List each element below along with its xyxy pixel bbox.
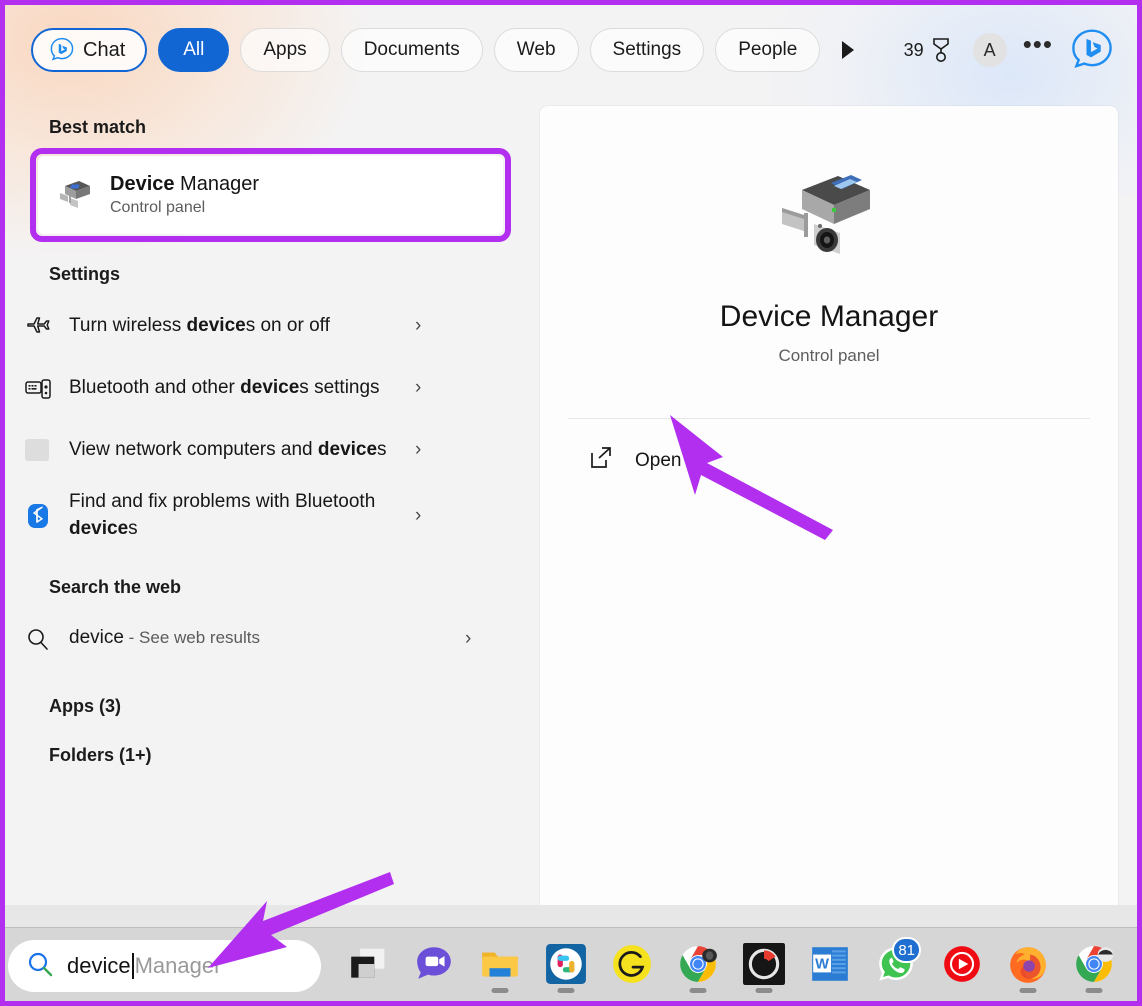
web-result-label: device - See web results: [69, 627, 260, 649]
device-manager-icon: [60, 181, 90, 208]
tab-settings-label: Settings: [612, 39, 682, 60]
preview-panel: Device Manager Control panel Open: [540, 106, 1118, 942]
taskbar-item-word[interactable]: W: [797, 931, 863, 997]
taskbar-item-chrome-secondary[interactable]: [1061, 931, 1127, 997]
taskbar-item-teams-chat[interactable]: [401, 931, 467, 997]
whatsapp-unread-badge: 81: [892, 937, 921, 963]
taskbar-item-firefox[interactable]: [995, 931, 1061, 997]
search-icon: [26, 950, 54, 983]
bing-icon[interactable]: [1069, 27, 1115, 73]
slack-icon: [546, 944, 586, 984]
tab-documents-label: Documents: [363, 39, 460, 60]
network-icon: [23, 435, 53, 465]
taskbar-item-obs-studio[interactable]: [731, 931, 797, 997]
taskbar-search-box[interactable]: device Manager: [8, 940, 321, 992]
settings-item-label: Bluetooth and other devices settings: [69, 376, 380, 398]
folders-heading: Folders (1+): [49, 744, 152, 765]
web-result-item-device[interactable]: device - See web results ›: [5, 608, 525, 670]
chevron-right-icon: ›: [415, 439, 422, 460]
taskbar-item-task-view[interactable]: [335, 931, 401, 997]
windows-search-flyout: Chat All Apps Documents Web Settings Peo…: [0, 0, 1142, 1006]
device-manager-icon: [782, 175, 870, 254]
settings-item-label: Find and fix problems with Bluetooth dev…: [69, 491, 376, 539]
firefox-icon: [1010, 947, 1046, 983]
tab-apps-label: Apps: [263, 39, 307, 60]
open-external-icon: [589, 446, 613, 476]
preview-divider: [568, 418, 1090, 419]
search-ghost-suggestion: Manager: [134, 953, 222, 978]
best-match-heading: Best match: [49, 117, 147, 137]
best-match-title: Device Manager: [110, 173, 259, 195]
taskbar-item-youtube-music[interactable]: [929, 931, 995, 997]
chevron-right-icon: ›: [415, 377, 422, 398]
settings-item-label: View network computers and devices: [69, 438, 387, 460]
search-input[interactable]: device Manager: [67, 953, 221, 979]
rewards-points: 39: [903, 39, 924, 60]
best-match-subtitle: Control panel: [110, 199, 206, 216]
tab-settings[interactable]: Settings: [589, 28, 705, 72]
search-typed-value: device: [67, 953, 131, 978]
taskbar-upper-strip: [5, 905, 1137, 927]
rewards-indicator[interactable]: 39: [904, 37, 953, 63]
overflow-menu-button[interactable]: •••: [1023, 31, 1053, 69]
grammarly-icon: [613, 945, 651, 983]
chrome-icon: [680, 946, 717, 982]
svg-text:W: W: [815, 957, 829, 973]
tab-all[interactable]: All: [158, 28, 230, 72]
best-match-text: Device Manager Control panel: [110, 173, 259, 217]
teams-chat-icon: [417, 947, 451, 979]
tab-chat[interactable]: Chat: [31, 28, 148, 72]
apps-heading: Apps (3): [49, 695, 121, 716]
search-the-web-heading: Search the web: [49, 576, 182, 597]
bluetooth-devices-icon: [23, 373, 53, 403]
best-match-highlight-frame: Device Manager Control panel: [30, 148, 511, 242]
play-arrow-icon[interactable]: [831, 33, 865, 67]
chevron-right-icon: ›: [415, 315, 422, 336]
settings-item-find-fix-bluetooth[interactable]: Find and fix problems with Bluetooth dev…: [5, 481, 525, 551]
taskbar-app-list: W 81: [335, 927, 1127, 1001]
obs-icon: [743, 943, 785, 985]
tab-all-label: All: [183, 39, 205, 60]
settings-item-label: Turn wireless devices on or off: [69, 314, 330, 336]
word-icon: W: [812, 947, 848, 981]
taskbar-item-grammarly[interactable]: [599, 931, 665, 997]
tab-chat-label: Chat: [83, 38, 126, 61]
open-label: Open: [635, 450, 682, 471]
search-filter-bar: Chat All Apps Documents Web Settings Peo…: [5, 5, 1137, 95]
avatar[interactable]: A: [972, 33, 1007, 67]
chrome-icon: [1076, 946, 1114, 982]
settings-heading: Settings: [49, 264, 121, 284]
settings-item-view-network-computers[interactable]: View network computers and devices ›: [5, 419, 525, 481]
chevron-right-icon: ›: [465, 627, 472, 649]
file-explorer-icon: [482, 952, 518, 977]
open-button[interactable]: Open: [556, 433, 1102, 489]
medal-icon: [932, 38, 949, 62]
preview-title: Device Manager: [719, 300, 939, 333]
tab-web-label: Web: [516, 39, 556, 60]
search-icon: [23, 624, 53, 654]
taskbar-item-chrome[interactable]: [665, 931, 731, 997]
search-results-column: Best match Device Manager Control panel: [5, 101, 539, 937]
tab-documents[interactable]: Documents: [340, 28, 483, 72]
bing-chat-icon: [50, 37, 74, 61]
text-caret: [131, 953, 134, 979]
taskbar-item-file-explorer[interactable]: [467, 931, 533, 997]
taskbar-item-whatsapp[interactable]: 81: [863, 931, 929, 997]
task-view-icon: [351, 947, 386, 978]
avatar-initial: A: [983, 39, 996, 60]
tab-apps[interactable]: Apps: [240, 28, 330, 72]
settings-item-turn-wireless-devices[interactable]: Turn wireless devices on or off ›: [5, 295, 525, 357]
airplane-icon: [23, 311, 53, 341]
bluetooth-icon: [23, 501, 53, 531]
tab-people-label: People: [738, 39, 798, 60]
tab-people[interactable]: People: [715, 28, 821, 72]
youtube-music-icon: [944, 946, 980, 982]
settings-item-bluetooth-and-other-devices[interactable]: Bluetooth and other devices settings ›: [5, 357, 525, 419]
preview-subtitle: Control panel: [778, 346, 880, 365]
chevron-right-icon: ›: [415, 504, 422, 526]
best-match-item-device-manager[interactable]: Device Manager Control panel: [38, 156, 503, 234]
tab-web[interactable]: Web: [493, 28, 579, 72]
taskbar-item-slack[interactable]: [533, 931, 599, 997]
